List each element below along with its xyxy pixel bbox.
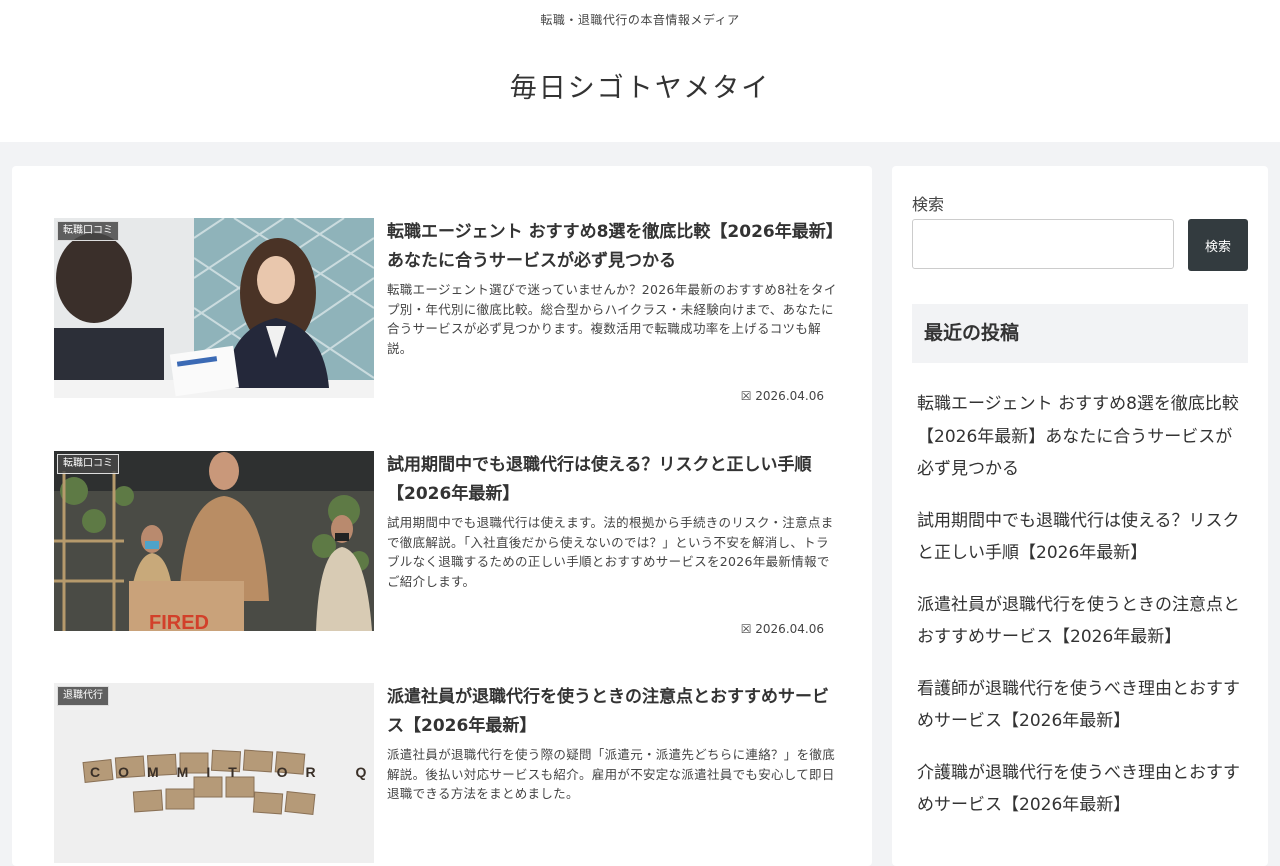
recent-post-link[interactable]: 試用期間中でも退職代行は使える？リスクと正しい手順【2026年最新】	[917, 505, 1247, 570]
site-header: 転職・退職代行の本音情報メディア 毎日シゴトヤメタイ	[0, 0, 1280, 142]
post-title[interactable]: 転職エージェント おすすめ8選を徹底比較【2026年最新】あなたに合うサービスが…	[387, 218, 837, 276]
calendar-icon: ☒	[740, 389, 752, 403]
post-list: 転職口コミ 転職エージェント おすすめ8選を徹底比較【2026年最新】あなたに合…	[12, 166, 872, 866]
recent-posts-list: 転職エージェント おすすめ8選を徹底比較【2026年最新】あなたに合うサービスが…	[917, 388, 1247, 841]
site-tagline: 転職・退職代行の本音情報メディア	[540, 13, 740, 27]
post-date: ☒ 2026.04.06	[741, 622, 824, 636]
post-card[interactable]: COMMIT OR QUIT 退職代行 派遣社員が退職代行を使うときの注意点とお…	[54, 683, 835, 863]
sidebar: 検索 検索 最近の投稿 転職エージェント おすすめ8選を徹底比較【2026年最新…	[892, 166, 1268, 866]
post-card[interactable]: FIRED 転職口コミ 試用期間中でも退職代行は使える？リスクと正しい手順【20…	[54, 451, 833, 636]
thumb-text: COMMIT OR QUIT	[90, 764, 374, 780]
post-title[interactable]: 派遣社員が退職代行を使うときの注意点とおすすめサービス【2026年最新】	[387, 683, 837, 741]
site-title[interactable]: 毎日シゴトヤメタイ	[0, 66, 1280, 105]
search-button[interactable]: 検索	[1188, 219, 1248, 271]
post-title[interactable]: 試用期間中でも退職代行は使える？リスクと正しい手順【2026年最新】	[387, 451, 837, 509]
post-date-text: 2026.04.06	[755, 622, 824, 636]
recent-post-link[interactable]: 介護職が退職代行を使うべき理由とおすすめサービス【2026年最新】	[917, 757, 1247, 822]
post-thumbnail[interactable]: FIRED 転職口コミ	[54, 451, 374, 631]
calendar-icon: ☒	[740, 622, 752, 636]
category-badge[interactable]: 退職代行	[57, 686, 109, 706]
search-input[interactable]	[912, 219, 1174, 269]
thumb-text: FIRED	[149, 612, 209, 631]
recent-post-link[interactable]: 派遣社員が退職代行を使うときの注意点とおすすめサービス【2026年最新】	[917, 589, 1247, 654]
category-badge[interactable]: 転職口コミ	[57, 221, 119, 241]
recent-post-link[interactable]: 看護師が退職代行を使うべき理由とおすすめサービス【2026年最新】	[917, 673, 1247, 738]
post-date-text: 2026.04.06	[755, 389, 824, 403]
post-excerpt: 派遣社員が退職代行を使う際の疑問「派遣元・派遣先どちらに連絡？」を徹底解説。後払…	[387, 747, 836, 801]
post-date: ☒ 2026.04.06	[741, 389, 824, 403]
category-badge[interactable]: 転職口コミ	[57, 454, 119, 474]
recent-post-link[interactable]: 転職エージェント おすすめ8選を徹底比較【2026年最新】あなたに合うサービスが…	[917, 388, 1247, 486]
post-excerpt: 試用期間中でも退職代行は使えます。法的根拠から手続きのリスク・注意点まで徹底解説…	[387, 515, 834, 589]
post-thumbnail[interactable]: COMMIT OR QUIT 退職代行	[54, 683, 374, 863]
post-thumbnail[interactable]: 転職口コミ	[54, 218, 374, 398]
post-excerpt: 転職エージェント選びで迷っていませんか？2026年最新のおすすめ8社をタイプ別・…	[387, 282, 837, 356]
post-card[interactable]: 転職口コミ 転職エージェント おすすめ8選を徹底比較【2026年最新】あなたに合…	[54, 218, 836, 403]
recent-posts-heading: 最近の投稿	[912, 304, 1248, 363]
search-label: 検索	[912, 195, 945, 214]
